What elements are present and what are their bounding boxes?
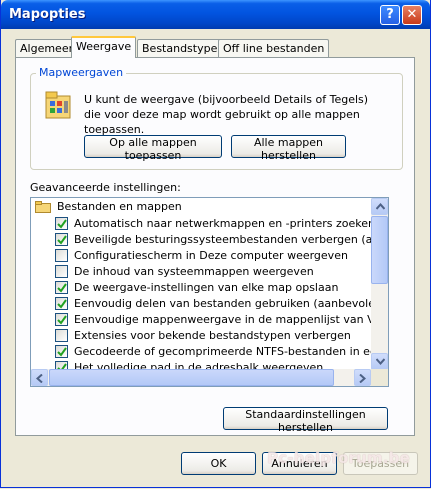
ok-button[interactable]: OK — [181, 452, 256, 475]
tab-bestandstypen[interactable]: Bestandstypen — [137, 39, 230, 57]
list-item-label: De weergave-instellingen van elke map op… — [74, 281, 339, 294]
checkbox[interactable] — [55, 217, 68, 230]
window-title: Mapopties — [9, 7, 86, 22]
vertical-scroll-thumb[interactable] — [371, 216, 388, 284]
list-root-label: Bestanden en mappen — [57, 200, 182, 213]
advanced-settings-label: Geavanceerde instellingen: — [30, 181, 181, 194]
checkbox[interactable] — [55, 265, 68, 278]
watermark: Pc-helpforum.be — [267, 449, 410, 467]
checkmark-icon — [57, 347, 67, 357]
list-item-label: Gecodeerde of gecomprimeerde NTFS-bestan… — [74, 345, 388, 358]
reset-all-folders-button[interactable]: Alle mappen herstellen — [231, 135, 346, 162]
checkmark-icon — [57, 315, 67, 325]
tab-offline-bestanden[interactable]: Off line bestanden — [218, 39, 330, 57]
scroll-up-button[interactable] — [371, 198, 388, 215]
checkmark-icon — [57, 235, 67, 245]
checkmark-icon — [57, 283, 67, 293]
list-item-label: Extensies voor bekende bestandstypen ver… — [74, 329, 351, 342]
scroll-left-button[interactable] — [31, 369, 48, 386]
folder-views-group-label: Mapweergaven — [36, 66, 127, 79]
tab-weergave[interactable]: Weergave — [71, 36, 137, 58]
scroll-right-button[interactable] — [354, 369, 371, 386]
checkbox[interactable] — [55, 233, 68, 246]
close-button[interactable]: ✕ — [402, 5, 422, 25]
checkbox[interactable] — [55, 281, 68, 294]
help-button[interactable]: ? — [380, 5, 400, 25]
list-item-label: Automatisch naar netwerkmappen en -print… — [74, 217, 376, 230]
chevron-right-icon — [359, 374, 366, 383]
folder-views-description: U kunt de weergave (bijvoorbeeld Details… — [84, 93, 369, 136]
checkbox[interactable] — [55, 297, 68, 310]
restore-defaults-button[interactable]: Standaardinstellingen herstellen — [223, 407, 388, 434]
horizontal-scrollbar[interactable] — [31, 369, 371, 386]
list-item-label: Eenvoudig delen van bestanden gebruiken … — [74, 297, 387, 310]
list-item-label: Configuratiescherm in Deze computer weer… — [74, 249, 348, 262]
list-item-label: Beveiligde besturingssysteembestanden ve… — [74, 233, 388, 246]
checkmark-icon — [57, 219, 67, 229]
vertical-scrollbar[interactable] — [371, 198, 388, 370]
checkbox[interactable] — [55, 329, 68, 342]
apply-to-all-folders-button[interactable]: Op alle mappen toepassen — [84, 135, 222, 162]
folder-icon — [35, 201, 51, 213]
chevron-up-icon — [376, 203, 385, 210]
title-bar[interactable]: Mapopties ? ✕ — [1, 0, 430, 29]
folder-options-icon — [44, 90, 74, 122]
chevron-down-icon — [376, 358, 385, 365]
checkbox[interactable] — [55, 249, 68, 262]
advanced-settings-list[interactable]: Bestanden en mappen Automatisch naar net… — [30, 197, 389, 387]
horizontal-scroll-thumb[interactable] — [49, 369, 334, 386]
scroll-down-button[interactable] — [371, 353, 388, 370]
checkbox[interactable] — [55, 345, 68, 358]
list-item-label: De inhoud van systeemmappen weergeven — [74, 265, 314, 278]
chevron-left-icon — [36, 374, 43, 383]
scrollbar-corner — [371, 369, 388, 386]
checkmark-icon — [57, 299, 67, 309]
list-item-label: Eenvoudige mappenweergave in de mappenli… — [74, 313, 389, 326]
checkbox[interactable] — [55, 313, 68, 326]
